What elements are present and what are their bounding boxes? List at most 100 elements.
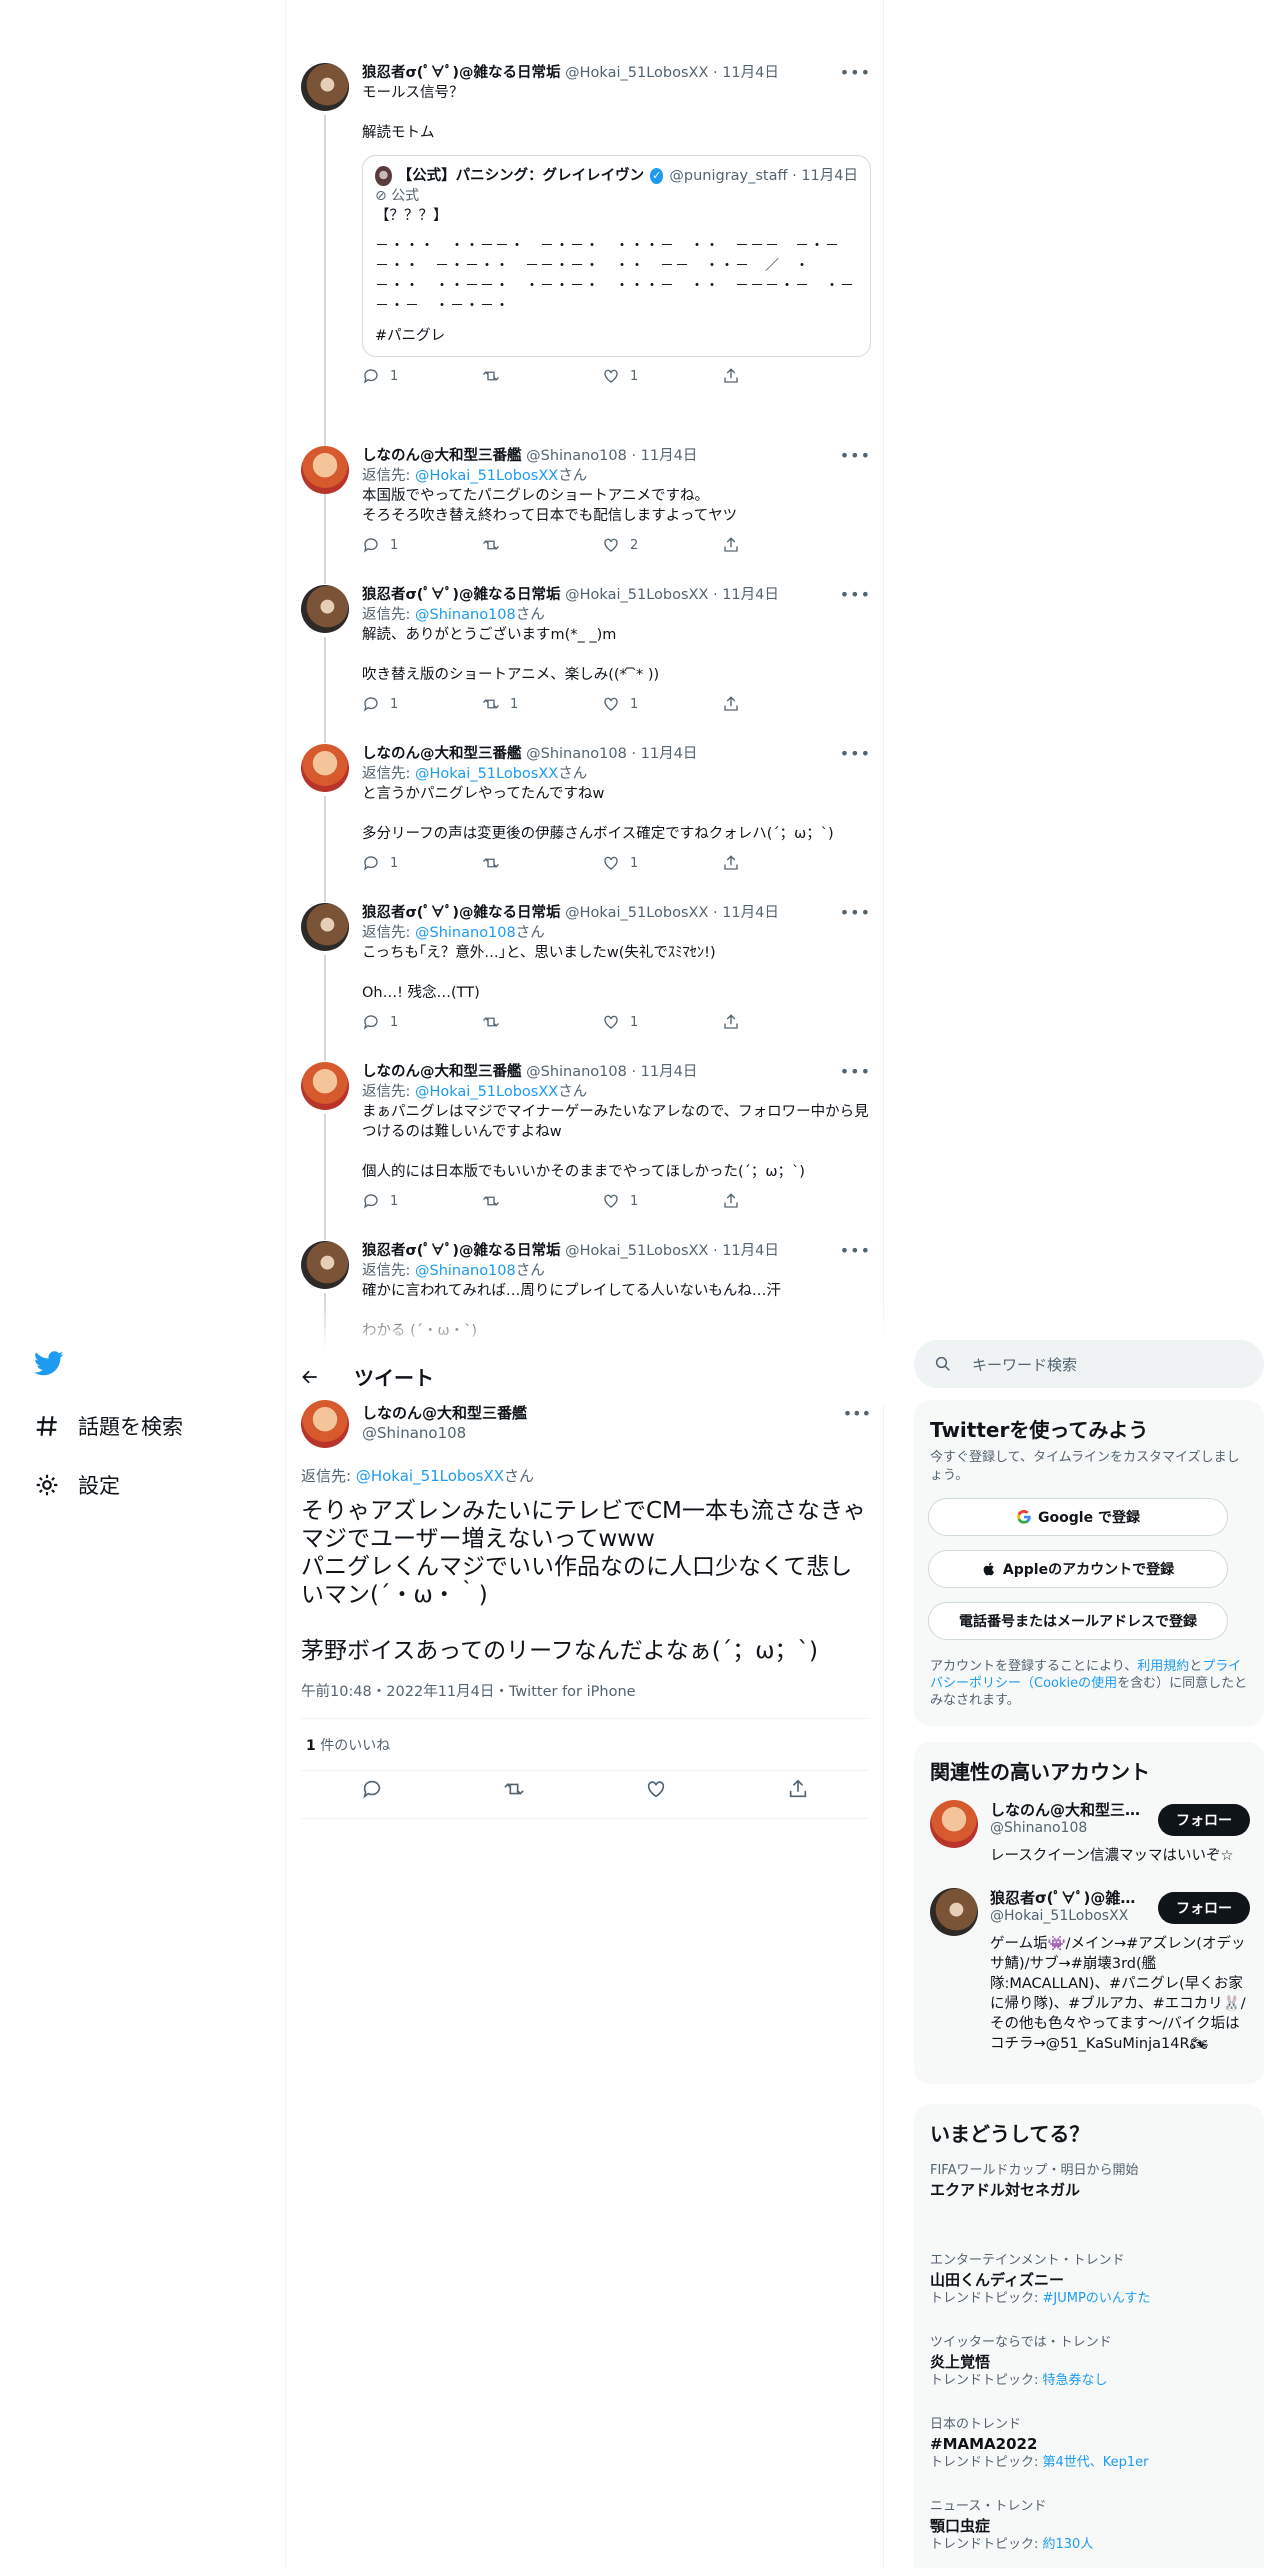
tweet-author[interactable]: しなのん@大和型三番艦 [362,1064,522,1080]
avatar[interactable] [301,903,349,951]
tweet-author[interactable]: 狼忍者σ(ﾟ∀ﾟ)@雑なる日常垢 [362,1243,561,1259]
avatar[interactable] [301,446,349,494]
reply-button[interactable]: 1 [362,1013,422,1031]
divider [301,1718,869,1719]
tweet-author[interactable]: 狼忍者σ(ﾟ∀ﾟ)@雑なる日常垢 [362,65,561,81]
tweet-text: 本国版でやってたパニグレのショートアニメですね。 そろそろ吹き替え終わって日本で… [362,488,738,524]
related-account[interactable]: 狼忍者σ(ﾟ∀ﾟ)@雑なる日常垢 @Hokai_51LobosXX フォロー ゲ… [930,1888,1250,2078]
retweet-button[interactable] [482,536,542,554]
main-text: そりゃアズレンみたいにテレビでCM一本も流さなきゃマジでユーザー増えないってww… [301,1498,866,1664]
tweet-meta[interactable]: 午前10:48・2022年11月4日・Twitter for iPhone [301,1680,636,1701]
retweet-button[interactable] [482,1013,542,1031]
twitter-bird-icon[interactable] [34,1348,64,1378]
back-arrow-icon[interactable] [300,1367,320,1387]
avatar[interactable] [301,1400,349,1448]
reply-to: 返信先: @Hokai_51LobosXXさん [362,1084,588,1100]
main-author[interactable]: しなのん@大和型三番艦 [362,1403,527,1423]
share-button[interactable] [722,1192,782,1210]
like-button[interactable]: 1 [602,854,662,872]
avatar[interactable] [930,1800,978,1848]
reply-button[interactable]: 1 [362,536,422,554]
like-button[interactable]: 1 [602,695,662,713]
avatar[interactable] [301,585,349,633]
avatar[interactable] [301,744,349,792]
follow-button[interactable]: フォロー [1158,1892,1250,1924]
nav-explore[interactable]: 話題を検索 [34,1411,183,1441]
reply-to: 返信先: @Hokai_51LobosXXさん [301,1467,535,1485]
quoted-tweet[interactable]: 【公式】パニシング：グレイレイヴン ✓ @punigray_staff · 11… [362,155,871,357]
thread-line [324,955,326,1061]
account-name[interactable]: 狼忍者σ(ﾟ∀ﾟ)@雑なる日常垢 [990,1888,1150,1908]
tweet-handle: @Shinano108 · 11月4日 [526,1064,698,1080]
share-button[interactable] [722,854,782,872]
share-icon [724,537,738,552]
tweet-author[interactable]: 狼忍者σ(ﾟ∀ﾟ)@雑なる日常垢 [362,587,561,603]
main-handle[interactable]: @Shinano108 [362,1424,466,1442]
retweet-button[interactable] [482,854,542,872]
share-button[interactable] [722,536,782,554]
share-icon [724,1193,738,1208]
retweet-button[interactable] [482,1192,542,1210]
retweet-button[interactable] [482,367,542,385]
likes-count[interactable]: 1 件のいいね [306,1735,390,1755]
account-name[interactable]: しなのん@大和型三番艦 [990,1800,1150,1820]
like-button[interactable]: 1 [602,367,662,385]
search-input[interactable]: キーワード検索 [914,1340,1264,1388]
share-button[interactable] [722,367,782,385]
apple-signup-button[interactable]: Appleのアカウントで登録 [928,1550,1228,1588]
like-button[interactable]: 2 [602,536,662,554]
hash-icon [36,1416,57,1436]
phone-email-signup-button[interactable]: 電話番号またはメールアドレスで登録 [928,1602,1228,1640]
avatar[interactable] [301,1241,349,1289]
more-icon[interactable]: ••• [843,1404,871,1423]
quote-hashtag[interactable]: #パニグレ [375,326,858,346]
reply-button[interactable]: 1 [362,695,422,713]
nav-settings[interactable]: 設定 [34,1470,120,1500]
tweet-author[interactable]: しなのん@大和型三番艦 [362,746,522,762]
more-icon[interactable]: ••• [840,903,871,922]
more-icon[interactable]: ••• [840,63,871,82]
like-icon [604,369,618,383]
retweet-icon[interactable] [503,1778,525,1800]
reply-icon[interactable] [361,1778,383,1800]
main-column: 狼忍者σ(ﾟ∀ﾟ)@雑なる日常垢 @Hokai_51LobosXX · 11月4… [286,0,884,2568]
avatar[interactable] [930,1888,978,1936]
divider [301,1818,869,1819]
trend-item[interactable]: FIFAワールドカップ・明日から開始 エクアドル対セネガル [930,2162,1250,2200]
like-button[interactable]: 1 [602,1192,662,1210]
trend-item[interactable]: ニュース・トレンド 顎口虫症 トレンドトピック: 約130人 [930,2498,1250,2554]
trends-card: いまどうしてる？ FIFAワールドカップ・明日から開始 エクアドル対セネガル エ… [914,2104,1264,2568]
more-icon[interactable]: ••• [840,744,871,763]
google-signup-button[interactable]: Google で登録 [928,1498,1228,1536]
follow-button[interactable]: フォロー [1158,1804,1250,1836]
avatar[interactable] [301,63,349,111]
trend-item[interactable]: エンターテインメント・トレンド 山田くんディズニー トレンドトピック: #JUM… [930,2252,1250,2308]
thread-line [324,637,326,743]
trend-item[interactable]: ツイッターならでは・トレンド 炎上覚悟 トレンドトピック: 特急券なし [930,2334,1250,2390]
more-icon[interactable]: ••• [840,446,871,465]
reply-button[interactable]: 1 [362,1192,422,1210]
avatar[interactable] [301,1062,349,1110]
like-icon[interactable] [645,1778,667,1800]
retweet-button[interactable]: 1 [482,695,542,713]
reply-button[interactable]: 1 [362,854,422,872]
quote-avatar [375,166,392,186]
more-icon[interactable]: ••• [840,1241,871,1260]
apple-icon [983,1562,994,1576]
tweet-author[interactable]: しなのん@大和型三番艦 [362,448,522,464]
share-button[interactable] [722,695,782,713]
like-icon [604,856,618,870]
related-account[interactable]: しなのん@大和型三番艦 @Shinano108 フォロー レースクイーン信濃マッ… [930,1800,1250,1880]
reply-icon [363,856,378,871]
reply-button[interactable]: 1 [362,367,422,385]
tweet-author[interactable]: 狼忍者σ(ﾟ∀ﾟ)@雑なる日常垢 [362,905,561,921]
share-icon[interactable] [787,1778,809,1800]
retweet-icon [483,858,499,868]
trend-item[interactable]: 日本のトレンド #MAMA2022 トレンドトピック: 第4世代、Kep1er [930,2416,1250,2472]
more-icon[interactable]: ••• [840,585,871,604]
like-icon [604,1194,618,1208]
more-icon[interactable]: ••• [840,1062,871,1081]
share-button[interactable] [722,1013,782,1031]
like-button[interactable]: 1 [602,1013,662,1031]
tweet-handle: @Hokai_51LobosXX · 11月4日 [565,1243,779,1259]
